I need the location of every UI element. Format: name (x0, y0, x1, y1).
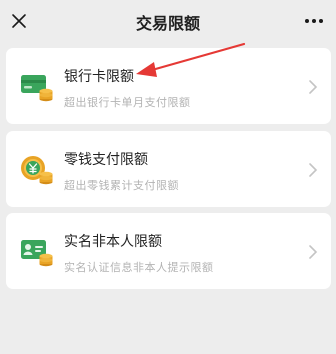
item-label: 银行卡限额 (64, 69, 134, 85)
item-label: 实名非本人限额 (64, 234, 162, 250)
id-card-icon (21, 240, 53, 267)
close-icon[interactable] (9, 11, 29, 31)
page-title: 交易限额 (135, 14, 200, 33)
more-icon[interactable] (302, 11, 326, 31)
chevron-right-icon (309, 245, 318, 259)
limit-item-bank-card[interactable]: 银行卡限额 超出银行卡单月支付限额 (6, 48, 331, 124)
limit-item-change-payment[interactable]: 零钱支付限额 超出零钱累计支付限额 (6, 131, 331, 207)
chevron-right-icon (309, 80, 318, 94)
item-subtitle: 超出零钱累计支付限额 (64, 179, 179, 192)
limit-item-real-name[interactable]: 实名非本人限额 实名认证信息非本人提示限额 (6, 213, 331, 289)
item-label: 零钱支付限额 (64, 152, 148, 168)
item-subtitle: 超出银行卡单月支付限额 (64, 96, 191, 109)
nav-bar: 交易限额 (0, 0, 336, 44)
bank-card-icon (21, 75, 53, 102)
item-subtitle: 实名认证信息非本人提示限额 (64, 261, 214, 274)
change-wallet-icon (21, 156, 53, 185)
chevron-right-icon (309, 163, 318, 177)
